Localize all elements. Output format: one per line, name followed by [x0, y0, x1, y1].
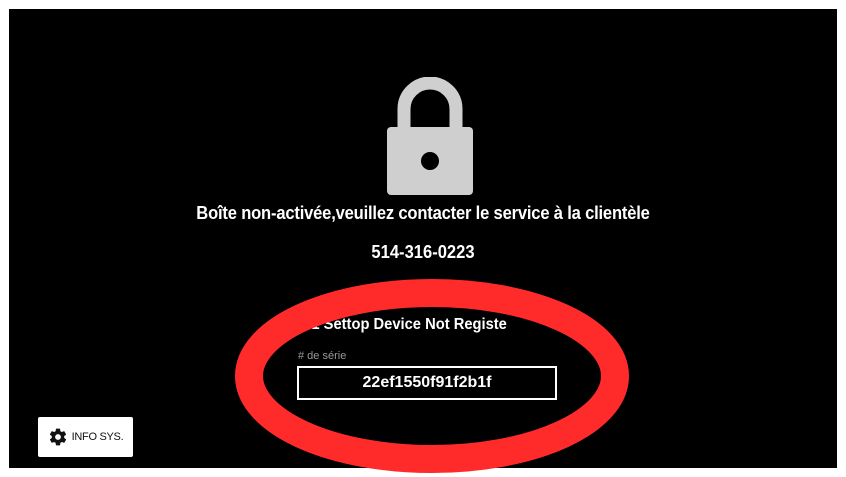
activation-message: Boîte non-activée,veuillez contacter le … — [196, 203, 650, 223]
serial-number-value: 22ef1550f91f2b1f — [362, 374, 492, 391]
error-message: 901 Settop Device Not Registe — [295, 316, 507, 333]
info-sys-label: INFO SYS. — [71, 431, 124, 443]
gear-icon — [49, 428, 66, 446]
serial-number-field: 22ef1550f91f2b1f — [297, 366, 557, 400]
info-sys-button[interactable]: INFO SYS. — [38, 417, 133, 457]
lock-icon — [387, 77, 473, 195]
serial-label: # de série — [298, 350, 347, 362]
support-phone: 514-316-0223 — [371, 242, 475, 262]
